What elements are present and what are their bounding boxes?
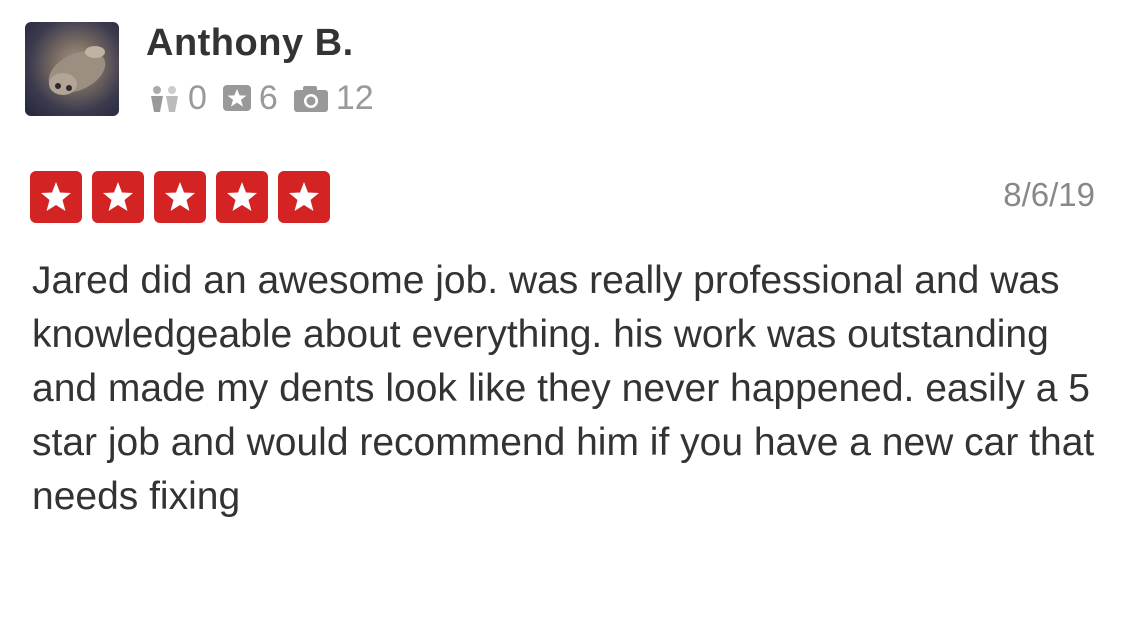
avatar[interactable] (25, 22, 119, 116)
camera-icon (293, 86, 328, 112)
review-star-icon (222, 85, 251, 111)
friends-count: 0 (188, 78, 207, 117)
star-rating (30, 171, 340, 223)
rating-star-icon (278, 171, 330, 223)
user-stats: 0 6 12 (146, 78, 388, 118)
review-text: Jared did an awesome job. was really pro… (32, 259, 1095, 518)
rating-star-icon (216, 171, 268, 223)
photos-stat: 12 (292, 79, 374, 118)
review-date: 8/6/19 (1003, 176, 1095, 213)
rating-star-icon (92, 171, 144, 223)
friends-stat: 0 (146, 79, 207, 118)
reviews-stat: 6 (221, 79, 278, 118)
reviews-count: 6 (258, 78, 278, 117)
rating-star-icon (30, 171, 82, 223)
photos-count: 12 (335, 78, 374, 117)
rating-star-icon (154, 171, 206, 223)
avatar-photo (48, 46, 106, 95)
friends-icon (151, 86, 178, 112)
user-name[interactable]: Anthony B. (146, 22, 354, 65)
